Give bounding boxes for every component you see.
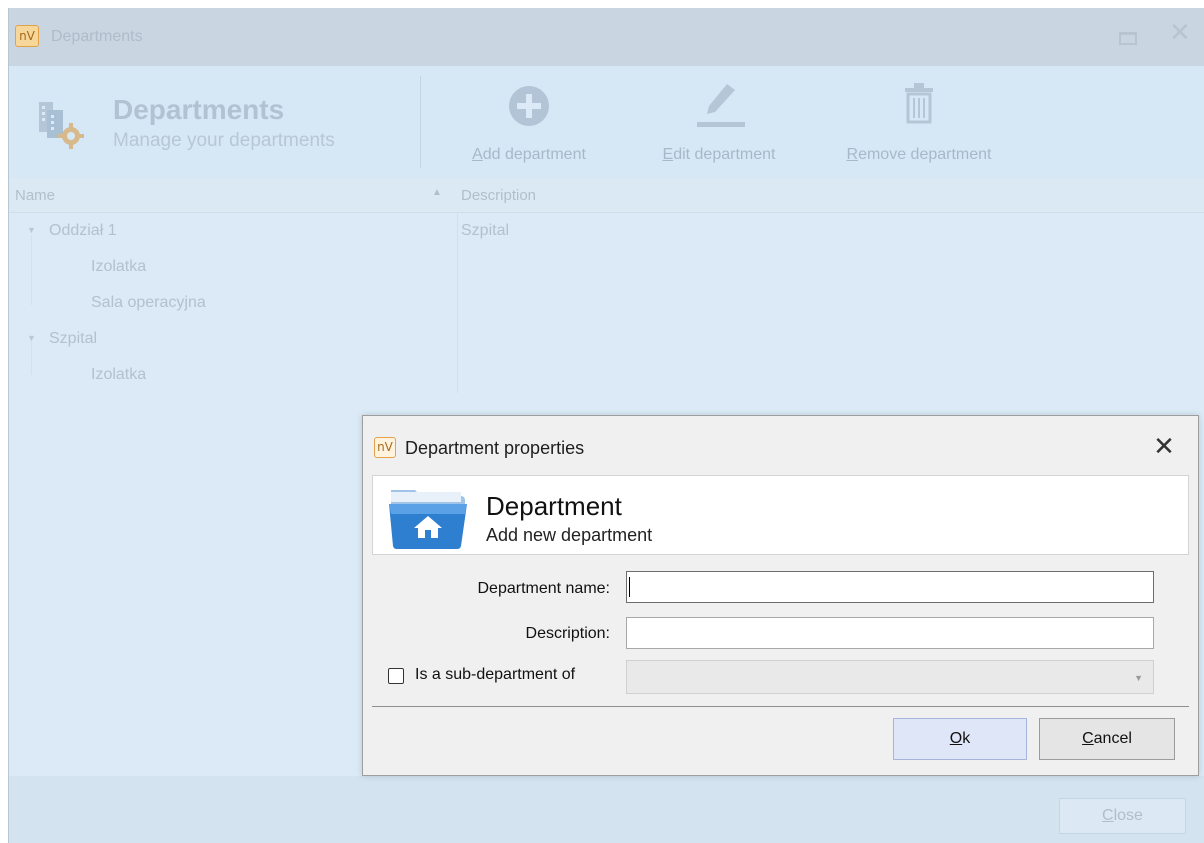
tree-row-name: Sala operacyjna [91,294,206,311]
window-close-icon[interactable]: ✕ [1169,20,1191,46]
collapse-arrow-icon[interactable]: ▼ [27,225,36,235]
ok-button[interactable]: Ok [893,718,1027,760]
department-tree: ▼ Oddział 1 Szpital Izolatka Sala operac… [9,213,1204,393]
department-name-label: Department name: [477,580,610,597]
collapse-arrow-icon[interactable]: ▼ [27,333,36,343]
tree-row-name: Oddział 1 [49,222,117,239]
tree-row[interactable]: ▼ Szpital [9,321,457,357]
chevron-down-icon: ▼ [1134,673,1143,683]
app-logo: nV [15,25,39,47]
text-caret [629,577,630,597]
department-name-input[interactable] [626,571,1154,603]
close-button[interactable]: Close [1059,798,1186,834]
page-title: Departments [113,94,285,125]
tree-row[interactable]: ▼ Oddział 1 [9,213,457,249]
dialog-title: Department properties [405,438,585,458]
sort-ascending-icon: ▲ [432,187,442,198]
column-header-name[interactable]: Name [15,187,55,204]
dialog-divider [372,706,1189,707]
dialog-app-logo: nV [374,437,396,458]
dialog-banner: Department Add new department [372,475,1189,555]
window-footer: Close [9,776,1204,843]
column-header-description[interactable]: Description [461,187,536,204]
department-properties-dialog: nV Department properties ✕ Department Ad… [362,415,1199,776]
tree-row-name: Szpital [49,330,98,347]
add-department-button[interactable]: Add department [449,66,609,178]
description-input[interactable] [626,617,1154,649]
ribbon-divider [420,76,421,168]
banner-title: Department [486,491,622,521]
dialog-close-icon[interactable]: ✕ [1149,432,1179,462]
edit-department-button[interactable]: Edit department [639,66,799,178]
description-label: Description: [525,625,610,642]
parent-department-select[interactable]: ▼ [626,660,1154,694]
plus-circle-icon [509,86,549,126]
tree-row-name: Izolatka [91,258,147,275]
cancel-button[interactable]: Cancel [1039,718,1175,760]
remove-department-button[interactable]: Remove department [824,66,1014,178]
tree-row[interactable]: Izolatka [9,249,457,285]
buildings-gear-icon [39,102,84,149]
tree-row-description: Szpital [461,222,510,239]
add-department-label: Add department [472,146,586,163]
window-titlebar: nV Departments ✕ [9,8,1204,66]
sub-department-checkbox[interactable] [388,668,404,684]
window-title: Departments [51,28,143,45]
tree-row[interactable]: Sala operacyjna [9,285,457,321]
pencil-icon [697,84,745,127]
grid-header: Name ▲ Description [9,178,1204,213]
trash-icon [905,83,933,124]
page-subtitle: Manage your departments [113,130,335,151]
tree-row[interactable]: Izolatka [9,357,457,393]
edit-department-label: Edit department [662,146,776,163]
remove-department-label: Remove department [846,146,992,163]
maximize-icon[interactable] [1119,32,1137,45]
sub-department-label[interactable]: Is a sub-department of [415,666,575,684]
banner-subtitle: Add new department [486,525,653,545]
folder-home-icon [389,490,467,550]
tree-row-name: Izolatka [91,366,147,383]
column-divider [457,213,458,393]
ribbon: Departments Manage your departments Add … [9,66,1204,178]
